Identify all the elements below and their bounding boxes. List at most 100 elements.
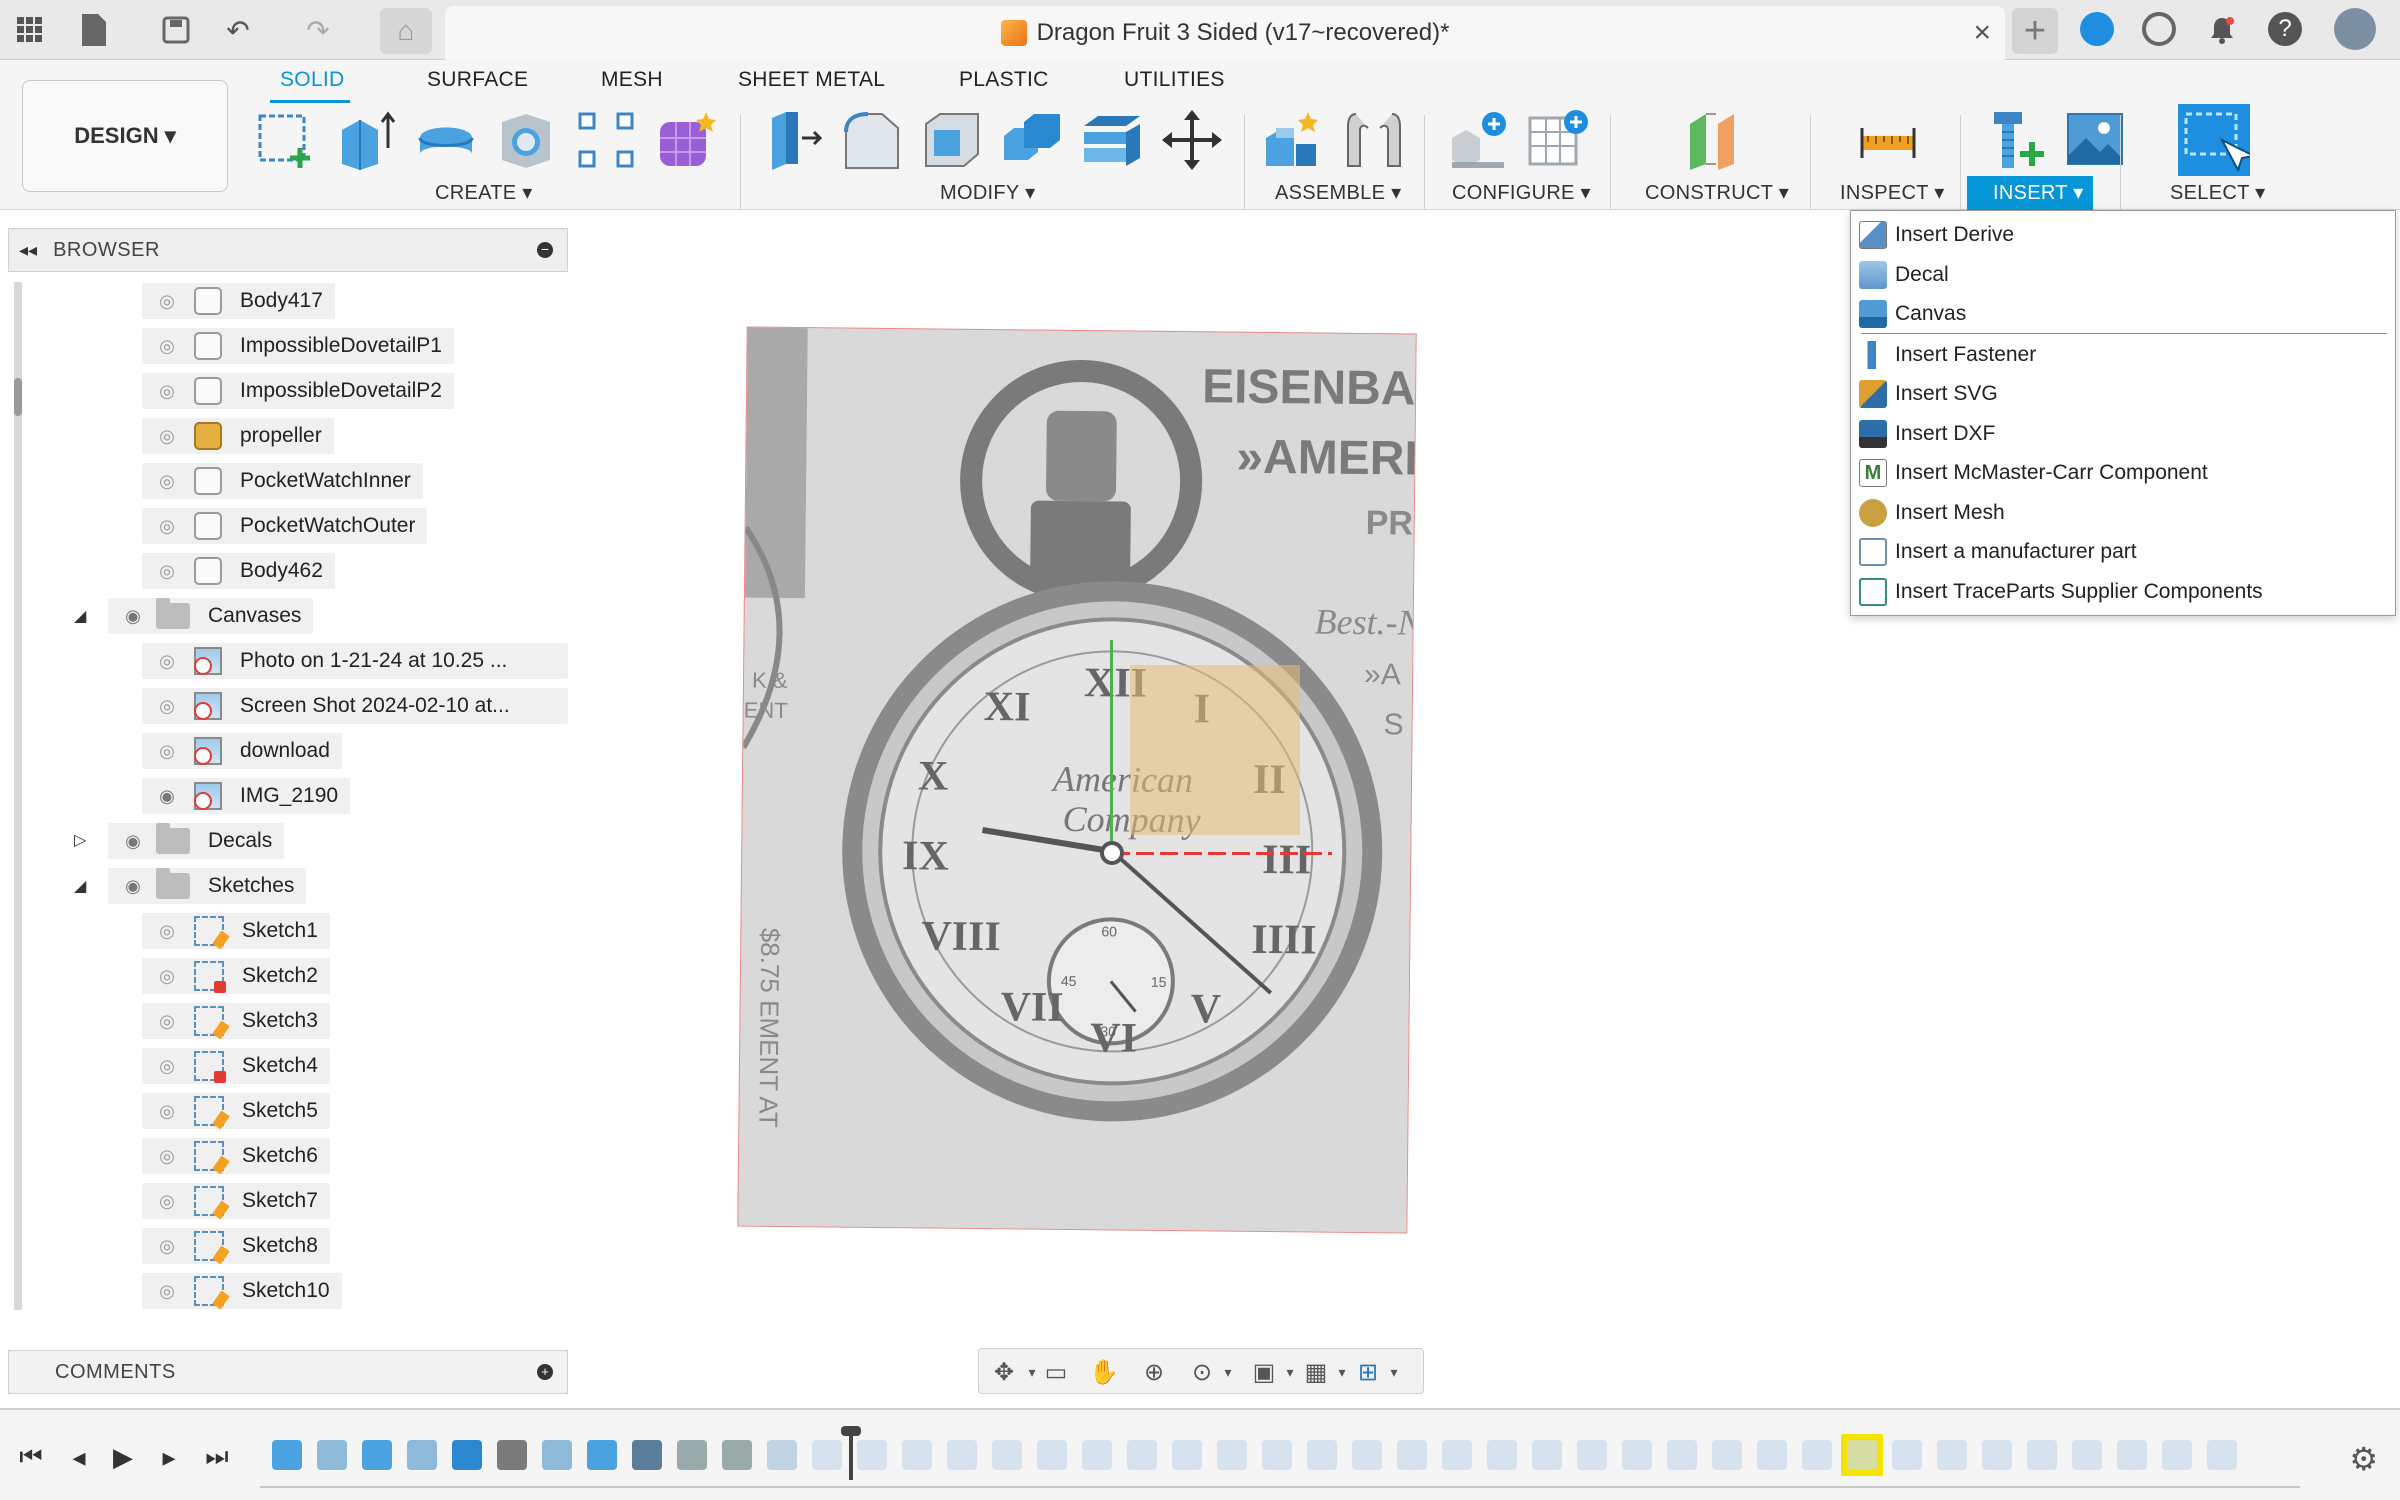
timeline-back-icon[interactable]: ◂ — [62, 1440, 96, 1474]
timeline-feature-icon[interactable] — [542, 1440, 572, 1470]
document-tab[interactable]: Dragon Fruit 3 Sided (v17~recovered)* × — [445, 6, 2005, 60]
timeline-feature-icon[interactable] — [452, 1440, 482, 1470]
home-icon[interactable]: ⌂ — [380, 8, 432, 54]
tree-folder-decals[interactable]: ◉ Decals — [108, 823, 285, 859]
tree-item-sketch[interactable]: ◎ Sketch3 — [142, 1003, 330, 1039]
timeline-feature-icon[interactable] — [362, 1440, 392, 1470]
workspace-switcher-button[interactable]: DESIGN ▾ — [22, 80, 228, 192]
timeline-feature-icon[interactable] — [407, 1440, 437, 1470]
hidden-eye-icon[interactable]: ◎ — [150, 1145, 184, 1167]
timeline-feature-icon[interactable] — [1982, 1440, 2012, 1470]
menu-item-decal[interactable]: Decal — [1859, 257, 2389, 293]
timeline-feature-icon[interactable] — [857, 1440, 887, 1470]
tree-item-sketch[interactable]: ◎ Sketch10 — [142, 1273, 342, 1309]
browser-scroll-thumb[interactable] — [14, 378, 22, 416]
undo-icon[interactable]: ↶ — [220, 12, 256, 48]
tree-item-canvas[interactable]: ◎ Screen Shot 2024-02-10 at... — [142, 688, 568, 724]
timeline-start-icon[interactable]: ⏮ — [14, 1440, 48, 1474]
collapse-arrow-icon[interactable]: ◢ — [74, 606, 86, 626]
collapse-arrow-icon[interactable]: ◢ — [74, 876, 86, 896]
origin-point[interactable] — [1100, 841, 1124, 865]
look-at-icon[interactable]: ▭ — [1041, 1357, 1071, 1387]
tree-folder-sketches[interactable]: ◉ Sketches — [108, 868, 307, 904]
hidden-eye-icon[interactable]: ◎ — [150, 335, 184, 357]
tree-item-canvas[interactable]: ◉ IMG_2190 — [142, 778, 351, 814]
hole-icon[interactable] — [494, 108, 558, 172]
timeline-feature-icon[interactable] — [1487, 1440, 1517, 1470]
configure-group-label[interactable]: CONFIGURE ▾ — [1452, 180, 1591, 205]
timeline-feature-icon[interactable] — [1802, 1440, 1832, 1470]
tree-item-body[interactable]: ◎ PocketWatchOuter — [142, 508, 428, 544]
gear-icon[interactable]: ⚙ — [2349, 1440, 2378, 1478]
timeline-feature-icon[interactable] — [1217, 1440, 1247, 1470]
timeline-feature-icon[interactable] — [1082, 1440, 1112, 1470]
tab-solid[interactable]: SOLID — [280, 68, 345, 92]
timeline-feature-icon[interactable] — [1352, 1440, 1382, 1470]
visible-eye-icon[interactable]: ◉ — [150, 785, 184, 807]
hidden-eye-icon[interactable]: ◎ — [150, 560, 184, 582]
canvas-image[interactable]: EISENBAHN »AMERIC PRÄ Best.-N »A S K & E… — [737, 326, 1417, 1234]
comments-panel-header[interactable]: COMMENTS + — [8, 1350, 568, 1394]
form-icon[interactable] — [654, 108, 718, 172]
extensions-icon[interactable] — [2080, 12, 2114, 46]
hidden-eye-icon[interactable]: ◎ — [150, 515, 184, 537]
timeline-feature-icon[interactable] — [2162, 1440, 2192, 1470]
menu-item-insert-dxf[interactable]: Insert DXF — [1859, 416, 2389, 452]
user-avatar[interactable] — [2334, 8, 2376, 50]
timeline-feature-icon[interactable] — [1847, 1440, 1877, 1470]
hidden-eye-icon[interactable]: ◎ — [150, 1235, 184, 1257]
timeline-feature-icon[interactable] — [497, 1440, 527, 1470]
timeline-feature-icon[interactable] — [1442, 1440, 1472, 1470]
browser-header[interactable]: ◂◂ BROWSER − — [8, 228, 568, 272]
insert-canvas-icon[interactable] — [2064, 108, 2128, 172]
tree-item-sketch[interactable]: ◎ Sketch8 — [142, 1228, 330, 1264]
timeline-feature-icon[interactable] — [1667, 1440, 1697, 1470]
browser-minimize-icon[interactable]: − — [537, 242, 553, 258]
visible-eye-icon[interactable]: ◉ — [116, 605, 150, 627]
hidden-eye-icon[interactable]: ◎ — [150, 290, 184, 312]
timeline-forward-icon[interactable]: ▸ — [152, 1440, 186, 1474]
notifications-icon[interactable] — [2204, 12, 2240, 48]
menu-item-insert-svg[interactable]: Insert SVG — [1859, 376, 2389, 412]
tree-item-sketch[interactable]: ◎ Sketch4 — [142, 1048, 330, 1084]
timeline-feature-icon[interactable] — [2027, 1440, 2057, 1470]
collapse-browser-icon[interactable]: ◂◂ — [19, 240, 37, 261]
timeline-feature-icon[interactable] — [1127, 1440, 1157, 1470]
create-sketch-icon[interactable] — [254, 108, 318, 172]
close-tab-icon[interactable]: × — [1973, 16, 1991, 50]
timeline-feature-icon[interactable] — [2072, 1440, 2102, 1470]
chevron-down-icon[interactable]: ▾ — [1379, 1357, 1409, 1387]
tree-item-body[interactable]: ◎ Body462 — [142, 553, 335, 589]
hidden-eye-icon[interactable]: ◎ — [150, 740, 184, 762]
chevron-down-icon[interactable]: ▾ — [1213, 1357, 1243, 1387]
timeline-feature-icon[interactable] — [1577, 1440, 1607, 1470]
assemble-group-label[interactable]: ASSEMBLE ▾ — [1275, 180, 1401, 205]
timeline-feature-icon[interactable] — [1172, 1440, 1202, 1470]
tab-mesh[interactable]: MESH — [601, 68, 663, 92]
menu-item-insert-fastener[interactable]: Insert Fastener — [1859, 337, 2389, 373]
hidden-eye-icon[interactable]: ◎ — [150, 920, 184, 942]
hidden-eye-icon[interactable]: ◎ — [150, 1190, 184, 1212]
rectangular-pattern-icon[interactable] — [574, 108, 638, 172]
hidden-eye-icon[interactable]: ◎ — [150, 425, 184, 447]
menu-item-insert-mesh[interactable]: Insert Mesh — [1859, 495, 2389, 531]
timeline-marker[interactable] — [841, 1426, 861, 1480]
fillet-icon[interactable] — [840, 108, 904, 172]
menu-item-canvas[interactable]: Canvas — [1859, 296, 2389, 332]
tree-item-sketch[interactable]: ◎ Sketch1 — [142, 913, 330, 949]
move-copy-icon[interactable] — [1160, 108, 1224, 172]
create-group-label[interactable]: CREATE ▾ — [435, 180, 533, 205]
tree-item-body[interactable]: ◎ Body417 — [142, 283, 335, 319]
browser-scrollbar[interactable] — [14, 282, 22, 1310]
hidden-eye-icon[interactable]: ◎ — [150, 695, 184, 717]
timeline-feature-icon[interactable] — [677, 1440, 707, 1470]
timeline-feature-icon[interactable] — [1397, 1440, 1427, 1470]
new-component-icon[interactable] — [1262, 108, 1326, 172]
inspect-group-label[interactable]: INSPECT ▾ — [1840, 180, 1945, 205]
timeline-feature-icon[interactable] — [1307, 1440, 1337, 1470]
hidden-eye-icon[interactable]: ◎ — [150, 1010, 184, 1032]
zoom-icon[interactable]: ⊕ — [1139, 1357, 1169, 1387]
configure-design-icon[interactable] — [1446, 108, 1510, 172]
split-body-icon[interactable] — [1080, 108, 1144, 172]
timeline-feature-icon[interactable] — [947, 1440, 977, 1470]
